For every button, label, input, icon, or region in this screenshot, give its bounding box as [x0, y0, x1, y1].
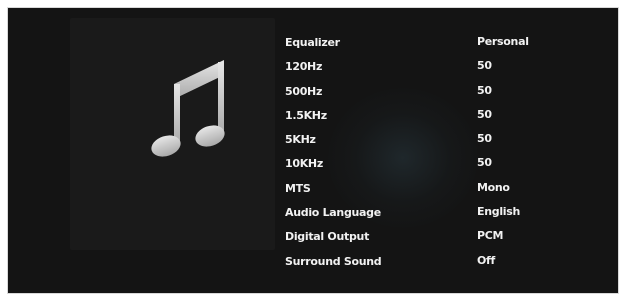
menu-item-label: Audio Language	[285, 206, 381, 220]
menu-item-value: 50	[477, 59, 492, 73]
menu-item-mts[interactable]: MTS Mono	[285, 178, 585, 202]
menu-item-equalizer[interactable]: Equalizer Personal	[285, 32, 585, 56]
audio-settings-menu: Equalizer Personal 120Hz 50 500Hz 50 1.5…	[285, 32, 585, 275]
menu-item-label: MTS	[285, 181, 311, 195]
menu-item-label: 5KHz	[285, 133, 316, 147]
menu-item-5khz[interactable]: 5KHz 50	[285, 129, 585, 153]
menu-item-value: PCM	[477, 229, 504, 243]
menu-item-value: 50	[477, 107, 492, 121]
menu-item-label: 500Hz	[285, 84, 323, 98]
menu-item-audio-language[interactable]: Audio Language English	[285, 202, 585, 226]
menu-item-1-5khz[interactable]: 1.5KHz 50	[285, 105, 585, 129]
menu-item-value: English	[477, 205, 521, 219]
menu-item-value: 50	[477, 83, 492, 97]
menu-item-digital-output[interactable]: Digital Output PCM	[285, 226, 585, 250]
menu-item-value: 50	[477, 156, 492, 170]
menu-item-label: Digital Output	[285, 230, 370, 244]
tv-audio-menu-screen: Equalizer Personal 120Hz 50 500Hz 50 1.5…	[7, 7, 619, 294]
menu-item-surround-sound[interactable]: Surround Sound Off	[285, 251, 585, 275]
menu-item-value: Off	[477, 253, 496, 267]
menu-item-label: 1.5KHz	[285, 108, 327, 122]
music-note-icon	[151, 60, 225, 157]
menu-item-value: Mono	[477, 180, 510, 194]
menu-item-label: 120Hz	[285, 60, 323, 74]
menu-item-label: Equalizer	[285, 36, 340, 49]
menu-item-label: Surround Sound	[285, 254, 382, 268]
menu-item-label: 10KHz	[285, 157, 323, 171]
menu-item-value: Personal	[477, 35, 529, 48]
menu-item-500hz[interactable]: 500Hz 50	[285, 81, 585, 105]
menu-item-120hz[interactable]: 120Hz 50	[285, 56, 585, 80]
menu-item-value: 50	[477, 132, 492, 146]
icon-panel	[70, 18, 275, 250]
menu-item-10khz[interactable]: 10KHz 50	[285, 153, 585, 177]
